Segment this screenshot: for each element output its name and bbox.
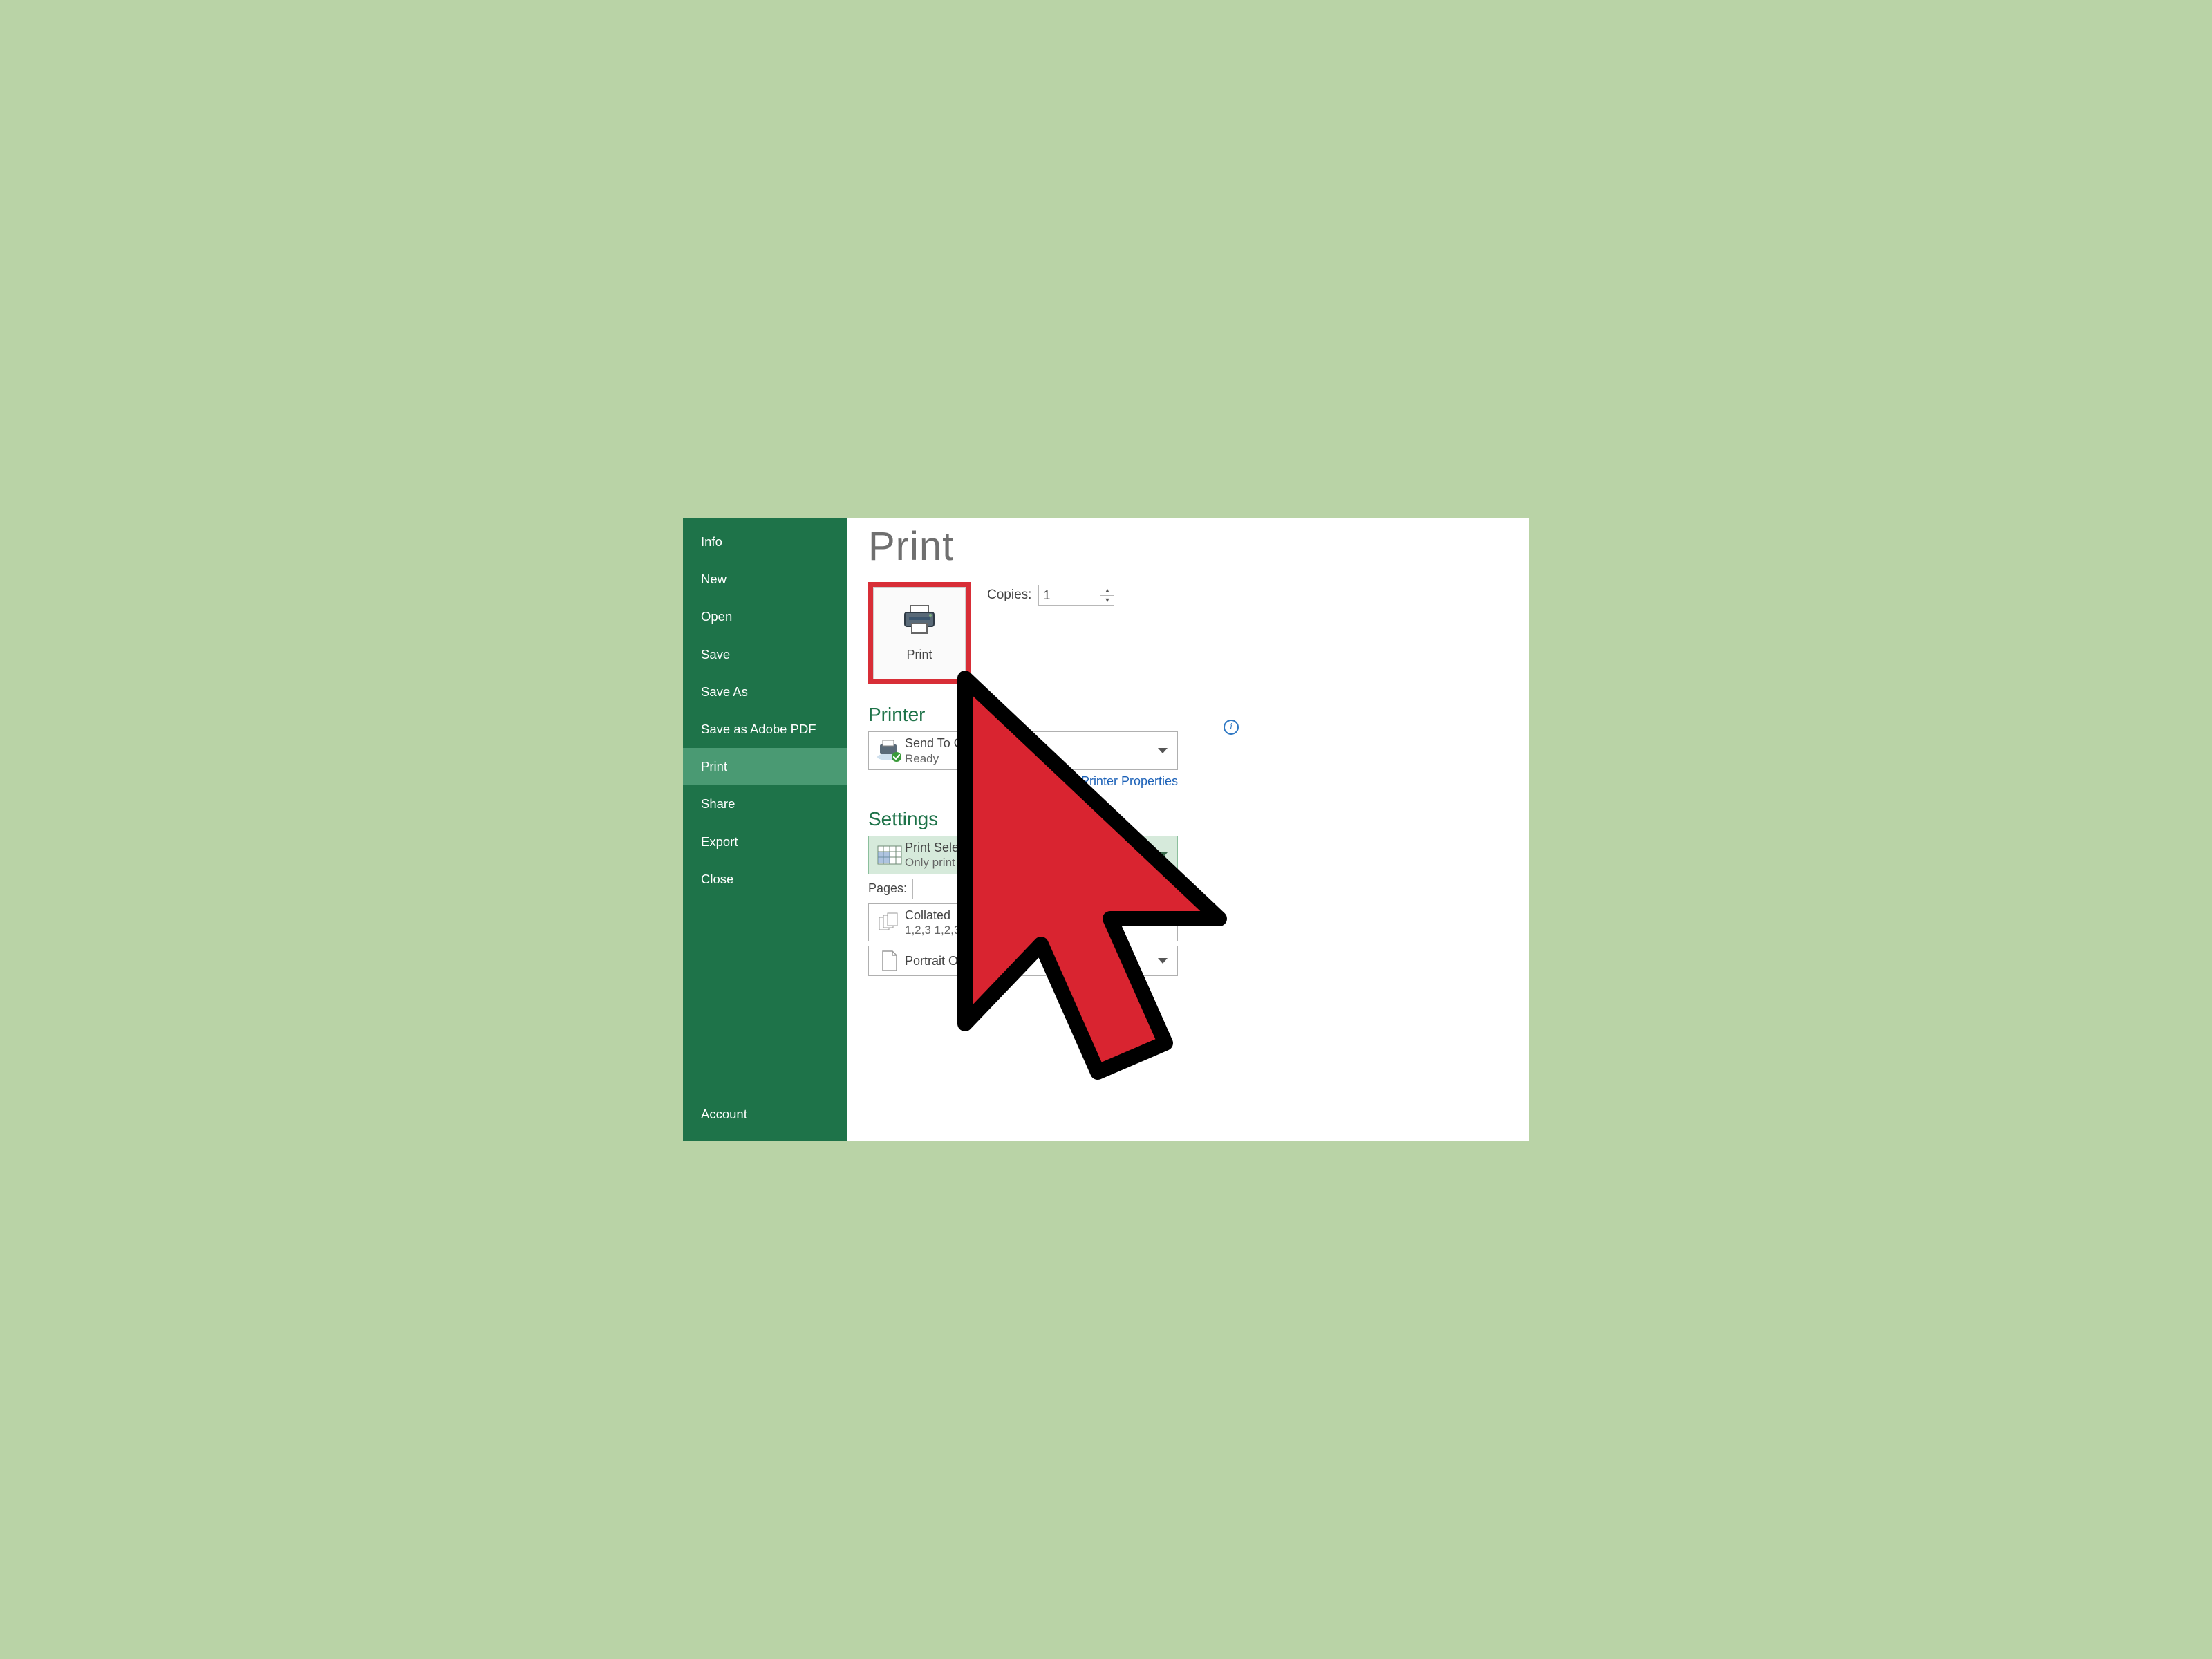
pages-from-input[interactable] bbox=[913, 879, 957, 899]
chevron-down-icon bbox=[1158, 852, 1168, 858]
sidebar-item-info[interactable]: Info bbox=[683, 523, 847, 561]
sidebar-item-new[interactable]: New bbox=[683, 561, 847, 598]
pages-range: Pages: ▲ ▼ to ▲ ▼ bbox=[868, 879, 1529, 899]
sidebar-item-label: Save as Adobe PDF bbox=[701, 722, 816, 736]
sidebar-item-label: Share bbox=[701, 796, 735, 811]
print-area-selector[interactable]: Print Selection Only print the current s… bbox=[868, 836, 1178, 874]
sidebar-item-label: Close bbox=[701, 872, 733, 886]
backstage-window: Info New Open Save Save As Save as Adobe… bbox=[683, 518, 1529, 1141]
chevron-down-icon bbox=[1158, 748, 1168, 753]
sidebar-item-label: Account bbox=[701, 1107, 747, 1121]
printer-properties-link[interactable]: Printer Properties bbox=[1081, 774, 1178, 788]
spinner-down-icon[interactable]: ▼ bbox=[1042, 889, 1055, 899]
copies-label: Copies: bbox=[987, 588, 1031, 603]
print-button[interactable]: Print bbox=[868, 582, 971, 684]
collate-line2: 1,2,3 1,2,3 1,2,3 bbox=[905, 923, 1154, 937]
orientation-selector[interactable]: Portrait Orientation bbox=[868, 946, 1178, 976]
printer-icon bbox=[901, 604, 938, 638]
pages-to-input[interactable] bbox=[997, 879, 1041, 899]
portrait-page-icon bbox=[874, 950, 905, 972]
printer-status-icon bbox=[874, 739, 905, 762]
chevron-down-icon bbox=[1158, 958, 1168, 964]
sidebar-item-label: Open bbox=[701, 609, 732, 624]
chevron-down-icon bbox=[1158, 919, 1168, 925]
sidebar-item-label: Info bbox=[701, 534, 722, 549]
printer-status: Ready bbox=[905, 751, 1154, 766]
sheet-selection-icon bbox=[874, 845, 905, 865]
pages-to-spinner[interactable]: ▲ ▼ bbox=[996, 879, 1056, 899]
copies-input[interactable] bbox=[1039, 585, 1100, 605]
pages-to-label: to bbox=[979, 881, 989, 896]
collate-icon bbox=[874, 912, 905, 932]
sidebar-item-open[interactable]: Open bbox=[683, 598, 847, 635]
sidebar-item-label: Print bbox=[701, 759, 727, 774]
orientation-value: Portrait Orientation bbox=[905, 953, 1154, 969]
collate-selector[interactable]: Collated 1,2,3 1,2,3 1,2,3 bbox=[868, 903, 1178, 942]
sidebar-item-print[interactable]: Print bbox=[683, 748, 847, 785]
sidebar-item-export[interactable]: Export bbox=[683, 823, 847, 861]
sidebar-item-share[interactable]: Share bbox=[683, 785, 847, 823]
sidebar-item-account[interactable]: Account bbox=[683, 1096, 847, 1141]
copies-control: Copies: ▲ ▼ bbox=[987, 585, 1114, 606]
printer-section-title: Printer bbox=[868, 704, 1529, 726]
print-area-line2: Only print the current selecti… bbox=[905, 855, 1154, 870]
spinner-up-icon[interactable]: ▲ bbox=[1042, 879, 1055, 890]
sidebar-item-save[interactable]: Save bbox=[683, 636, 847, 673]
spinner-up-icon[interactable]: ▲ bbox=[958, 879, 971, 890]
sidebar-item-save-as[interactable]: Save As bbox=[683, 673, 847, 711]
printer-info-icon[interactable]: i bbox=[1224, 720, 1239, 735]
print-button-label: Print bbox=[906, 648, 932, 662]
sidebar-item-label: New bbox=[701, 572, 727, 586]
pages-label: Pages: bbox=[868, 881, 907, 896]
copies-spinner[interactable]: ▲ ▼ bbox=[1038, 585, 1114, 606]
sidebar-item-close[interactable]: Close bbox=[683, 861, 847, 898]
backstage-sidebar: Info New Open Save Save As Save as Adobe… bbox=[683, 518, 847, 1141]
sidebar-item-label: Export bbox=[701, 834, 738, 849]
page-title: Print bbox=[868, 523, 1529, 570]
spinner-down-icon[interactable]: ▼ bbox=[1100, 596, 1114, 606]
printer-name: Send To OneNote 2013 bbox=[905, 735, 1154, 751]
sidebar-item-label: Save bbox=[701, 647, 730, 662]
spinner-down-icon[interactable]: ▼ bbox=[958, 889, 971, 899]
spinner-up-icon[interactable]: ▲ bbox=[1100, 585, 1114, 596]
pages-from-spinner[interactable]: ▲ ▼ bbox=[912, 879, 972, 899]
print-panel: Print Print Copies: bbox=[847, 518, 1529, 1141]
print-area-line1: Print Selection bbox=[905, 840, 1154, 856]
settings-section-title: Settings bbox=[868, 808, 1529, 830]
printer-selector[interactable]: Send To OneNote 2013 Ready bbox=[868, 731, 1178, 770]
sidebar-item-save-as-adobe-pdf[interactable]: Save as Adobe PDF bbox=[683, 711, 847, 748]
collate-line1: Collated bbox=[905, 908, 1154, 924]
sidebar-item-label: Save As bbox=[701, 684, 748, 699]
